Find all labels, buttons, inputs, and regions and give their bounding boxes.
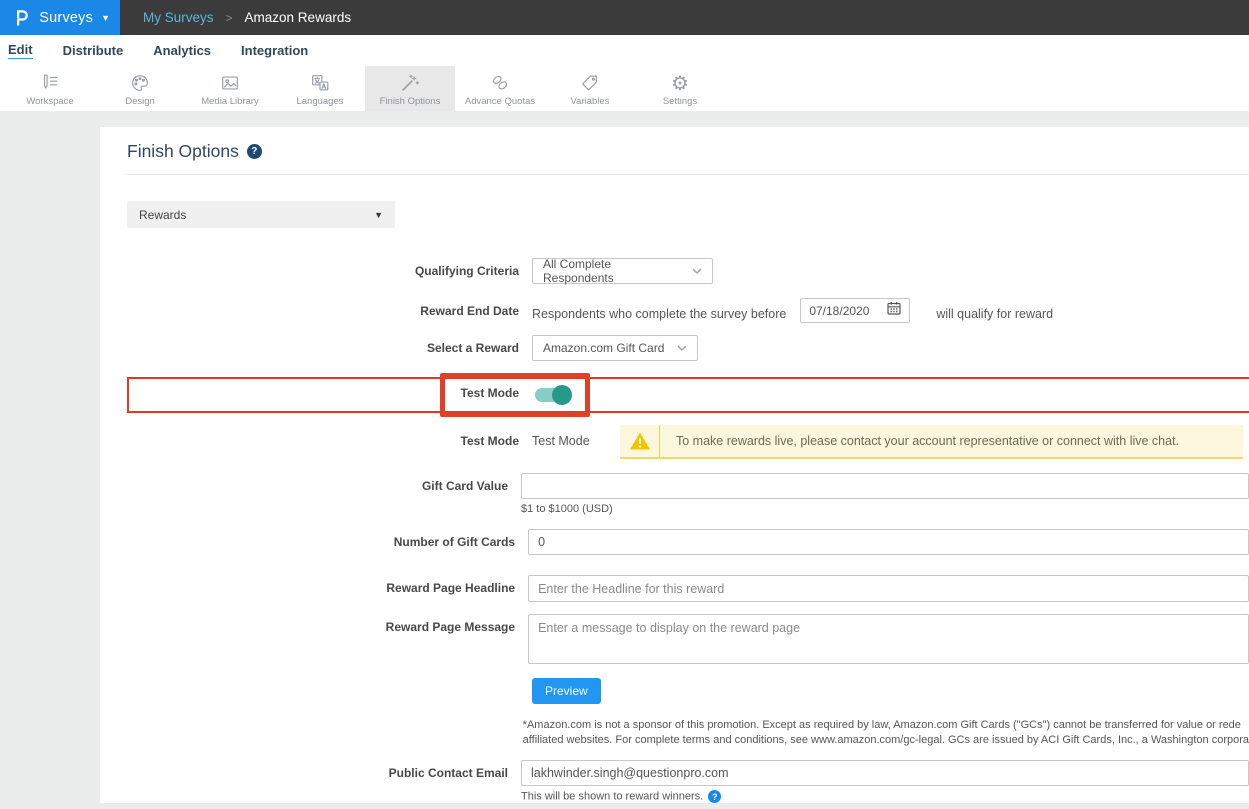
public-contact-email-input[interactable] [521,760,1249,786]
tab-analytics[interactable]: Analytics [153,43,211,58]
preview-row: Preview [127,678,1249,704]
select-reward-label: Select a Reward [127,335,532,355]
translate-icon [309,70,331,94]
breadcrumb-my-surveys[interactable]: My Surveys [143,10,214,25]
select-reward-row: Select a Reward Amazon.com Gift Card [127,335,1249,361]
amazon-disclaimer: *Amazon.com is not a sponsor of this pro… [523,718,1249,748]
help-icon[interactable]: ? [708,790,721,803]
toolbar-item-settings[interactable]: ⚙ Settings [635,66,725,111]
warning-text: To make rewards live, please contact you… [660,425,1243,457]
reward-page-headline-row: Reward Page Headline [127,575,1249,602]
tab-distribute[interactable]: Distribute [63,43,124,58]
reward-page-message-label: Reward Page Message [127,614,528,634]
divider [127,174,1249,175]
chevron-down-icon: ▼ [101,13,110,23]
toolbar-item-media-library[interactable]: Media Library [185,66,275,111]
warning-banner: To make rewards live, please contact you… [620,425,1243,459]
public-contact-email-row: Public Contact Email This will be shown … [127,760,1249,803]
palette-icon [129,70,151,94]
tag-icon [579,70,601,94]
public-contact-email-label: Public Contact Email [127,760,521,780]
preview-button[interactable]: Preview [532,678,601,704]
surveys-menu[interactable]: Surveys ▼ [0,0,120,35]
chevron-down-icon [692,262,702,280]
questionpro-logo [12,7,31,29]
page-background: Finish Options ? Rewards ▼ Qualifying Cr… [0,111,1249,809]
gift-card-value-row: Gift Card Value $1 to $1000 (USD) [127,473,1249,515]
page-title: Finish Options [127,141,239,162]
app-window: Surveys ▼ My Surveys > Amazon Rewards Ed… [0,0,1249,809]
workspace-icon [39,70,61,94]
tab-edit[interactable]: Edit [8,42,33,59]
toolbar-item-variables[interactable]: Variables [545,66,635,111]
test-mode-status-value: Test Mode [532,425,620,448]
number-of-gift-cards-row: Number of Gift Cards [127,529,1249,555]
test-mode-status-row: Test Mode Test Mode To make rewards live… [127,425,1249,459]
toolbar-item-languages[interactable]: Languages [275,66,365,111]
toolbar-item-advance-quotas[interactable]: Advance Quotas [455,66,545,111]
toolbar-item-finish-options[interactable]: Finish Options [365,66,455,111]
breadcrumb: My Surveys > Amazon Rewards [120,0,1249,35]
magic-wand-icon [399,70,421,94]
number-of-gift-cards-input[interactable] [528,529,1249,555]
chevron-down-icon [677,339,687,357]
chain-link-icon [489,70,511,94]
reward-page-message-textarea[interactable] [528,614,1249,664]
number-of-gift-cards-label: Number of Gift Cards [127,529,528,549]
gift-card-value-label: Gift Card Value [127,473,521,493]
qualifying-criteria-label: Qualifying Criteria [127,258,532,278]
toolbar-item-workspace[interactable]: Workspace [5,66,95,111]
tab-integration[interactable]: Integration [241,43,308,58]
top-bar: Surveys ▼ My Surveys > Amazon Rewards [0,0,1249,35]
test-mode-toggle-label: Test Mode [127,373,532,400]
select-reward-select[interactable]: Amazon.com Gift Card [532,335,698,361]
reward-end-date-input[interactable] [809,304,881,318]
toggle-knob [552,385,572,405]
caret-down-icon: ▼ [374,210,383,220]
qualifying-criteria-select[interactable]: All Complete Respondents [532,258,713,284]
main-nav: Edit Distribute Analytics Integration [0,35,1249,66]
reward-end-date-label: Reward End Date [127,298,532,318]
test-mode-toggle[interactable] [535,388,569,402]
finish-options-panel: Finish Options ? Rewards ▼ Qualifying Cr… [100,127,1249,803]
disclaimer-row: *Amazon.com is not a sponsor of this pro… [127,704,1249,748]
reward-page-message-row: Reward Page Message [127,614,1249,664]
breadcrumb-current-survey: Amazon Rewards [245,10,352,25]
product-name: Surveys [39,10,93,26]
gear-icon: ⚙ [671,70,689,94]
calendar-icon[interactable] [887,301,901,320]
gift-card-value-hint: $1 to $1000 (USD) [521,503,1249,515]
reward-end-date-prefix: Respondents who complete the survey befo… [532,301,786,321]
gift-card-value-input[interactable] [521,473,1249,499]
reward-end-date-suffix: will qualify for reward [936,301,1053,321]
reward-page-headline-label: Reward Page Headline [127,575,528,595]
edit-toolbar: Workspace Design Media Library Languages… [0,66,1249,111]
rewards-section-select[interactable]: Rewards ▼ [127,201,395,228]
public-contact-email-hint: This will be shown to reward winners.? [521,790,1249,803]
test-mode-toggle-row: Test Mode [127,373,1249,417]
toolbar-item-design[interactable]: Design [95,66,185,111]
warning-triangle-icon [620,425,660,457]
breadcrumb-separator: > [226,11,233,25]
help-icon[interactable]: ? [247,144,262,159]
reward-end-date-row: Reward End Date Respondents who complete… [127,298,1249,323]
qualifying-criteria-row: Qualifying Criteria All Complete Respond… [127,258,1249,284]
reward-end-date-input-wrap [800,298,910,323]
image-icon [219,70,241,94]
rewards-form: Qualifying Criteria All Complete Respond… [127,258,1249,809]
reward-page-headline-input[interactable] [528,575,1249,602]
test-mode-status-label: Test Mode [127,425,532,448]
